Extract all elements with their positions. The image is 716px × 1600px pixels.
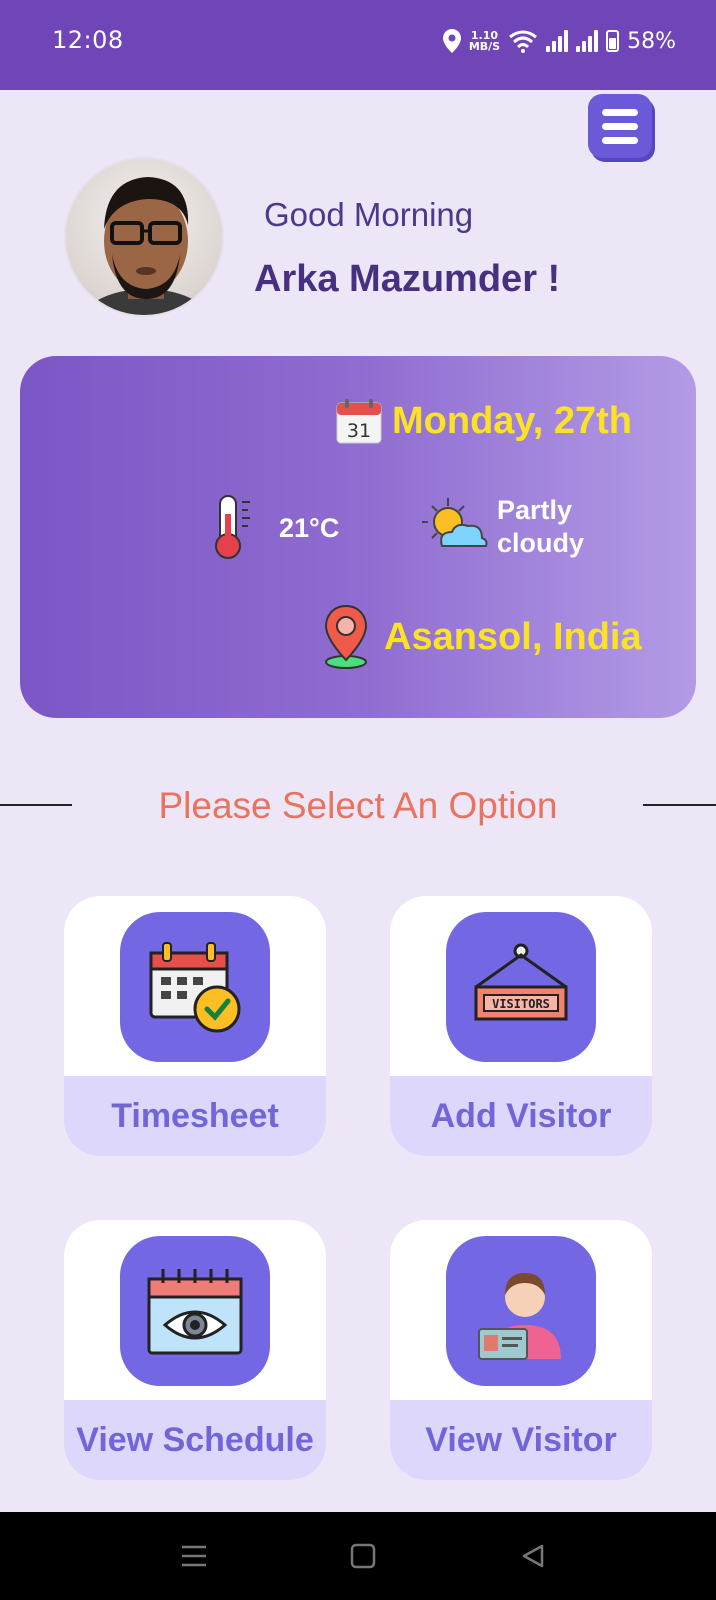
calendar-icon: 31 <box>336 399 382 444</box>
timesheet-button[interactable]: Timesheet <box>64 896 326 1156</box>
battery-icon <box>606 30 620 52</box>
svg-text:31: 31 <box>347 420 371 442</box>
calendar-eye-icon <box>120 1236 270 1386</box>
signal-icon <box>576 30 599 52</box>
select-option-title: Please Select An Option <box>158 785 558 826</box>
temperature-text: 21°C <box>279 513 340 543</box>
partly-cloudy-icon <box>422 498 488 547</box>
hamburger-menu-icon[interactable] <box>588 94 652 158</box>
username-text: Arka Mazumder ! <box>254 258 561 300</box>
add-visitor-label: Add Visitor <box>390 1076 652 1156</box>
system-nav-bar <box>0 1512 716 1600</box>
timesheet-label: Timesheet <box>64 1076 326 1156</box>
profile-photo <box>80 177 212 315</box>
status-icons: 1.10 MB/S 58% <box>442 24 676 58</box>
home-icon[interactable] <box>346 1540 380 1572</box>
location-text: Asansol, India <box>384 616 642 658</box>
view-visitor-button[interactable]: View Visitor <box>390 1220 652 1480</box>
status-bar: 12:08 1.10 MB/S 58% <box>0 0 716 90</box>
calendar-check-icon <box>120 912 270 1062</box>
visitors-sign-icon: VISITORS <box>446 912 596 1062</box>
status-time: 12:08 <box>52 26 124 54</box>
thermometer-icon <box>215 495 250 559</box>
wifi-icon <box>509 30 538 53</box>
back-icon[interactable] <box>516 1540 550 1572</box>
view-schedule-button[interactable]: View Schedule <box>64 1220 326 1480</box>
person-id-card-icon <box>446 1236 596 1386</box>
date-text: Monday, 27th <box>392 400 632 442</box>
view-schedule-label: View Schedule <box>64 1400 326 1480</box>
view-visitor-label: View Visitor <box>390 1400 652 1480</box>
recent-apps-icon[interactable] <box>176 1540 210 1572</box>
avatar[interactable] <box>64 157 224 317</box>
net-speed: 1.10 MB/S <box>469 30 500 52</box>
svg-text:VISITORS: VISITORS <box>492 997 550 1011</box>
divider-right <box>643 804 716 806</box>
signal-icon <box>546 30 569 52</box>
location-icon <box>442 29 461 53</box>
condition-text: Partly cloudy <box>497 495 585 558</box>
add-visitor-button[interactable]: VISITORS Add Visitor <box>390 896 652 1156</box>
battery-percent: 58% <box>627 28 676 54</box>
net-speed-unit: MB/S <box>468 40 501 53</box>
greeting-text: Good Morning <box>264 196 474 233</box>
location-pin-icon <box>324 604 368 669</box>
